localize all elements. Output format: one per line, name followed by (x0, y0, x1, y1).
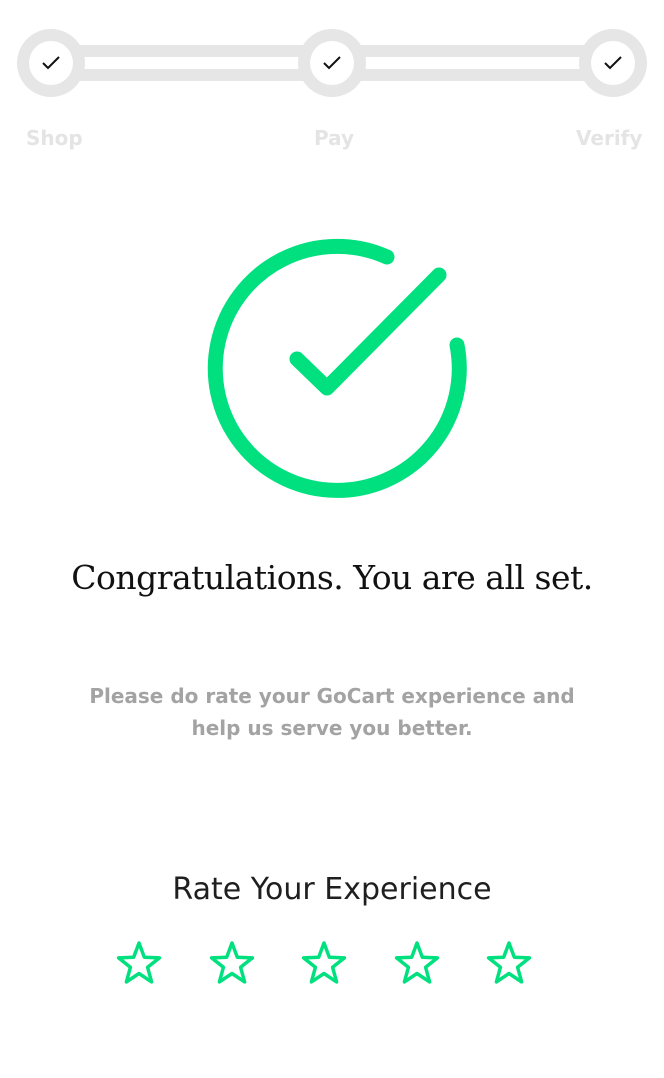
step-node-shop (17, 29, 85, 97)
star-1-icon[interactable] (116, 940, 162, 986)
page-title: Congratulations. You are all set. (71, 558, 593, 597)
star-rating (0, 940, 664, 990)
progress-stepper: Shop Pay Verify (0, 0, 664, 170)
star-3-icon[interactable] (301, 940, 347, 986)
checkmark-icon (42, 56, 60, 70)
step-node-verify (579, 29, 647, 97)
step-label-verify: Verify (576, 126, 643, 150)
star-5-icon[interactable] (486, 940, 532, 986)
star-2-icon[interactable] (209, 940, 255, 986)
star-4-icon[interactable] (394, 940, 440, 986)
step-node-pay (298, 29, 366, 97)
step-label-pay: Pay (314, 126, 355, 150)
checkmark-icon (323, 56, 341, 70)
rating-section-title: Rate Your Experience (172, 872, 492, 907)
step-label-shop: Shop (26, 126, 83, 150)
checkmark-icon (604, 56, 622, 70)
rating-prompt-text: Please do rate your GoCart experience an… (89, 684, 575, 740)
check-circle-icon (200, 230, 470, 500)
